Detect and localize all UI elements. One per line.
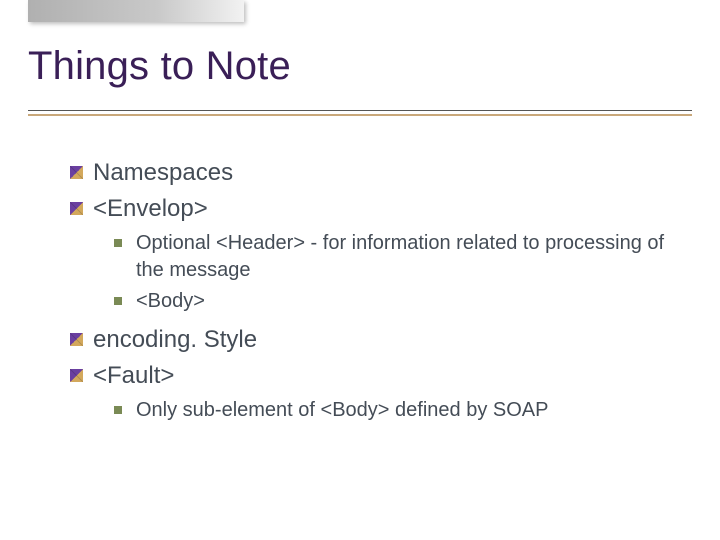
list-item: encoding. Style bbox=[70, 325, 680, 355]
list-item-text: <Body> bbox=[136, 288, 205, 315]
list-item: <Envelop> bbox=[70, 194, 680, 224]
square-bullet-icon bbox=[114, 297, 122, 305]
list-item: <Fault> bbox=[70, 361, 680, 391]
list-item-text: Namespaces bbox=[93, 158, 233, 188]
slide: Things to Note Namespaces <Envelop> Opti… bbox=[0, 0, 720, 540]
header-decoration bbox=[28, 0, 244, 22]
list-item-text: <Envelop> bbox=[93, 194, 208, 224]
diamond-bullet-icon bbox=[70, 166, 83, 179]
sub-list: Optional <Header> - for information rela… bbox=[114, 230, 680, 315]
list-item: Namespaces bbox=[70, 158, 680, 188]
list-item-text: Only sub-element of <Body> defined by SO… bbox=[136, 397, 548, 424]
diamond-bullet-icon bbox=[70, 202, 83, 215]
sub-list: Only sub-element of <Body> defined by SO… bbox=[114, 397, 680, 424]
list-item-text: encoding. Style bbox=[93, 325, 257, 355]
diamond-bullet-icon bbox=[70, 333, 83, 346]
list-item: Only sub-element of <Body> defined by SO… bbox=[114, 397, 680, 424]
list-item-text: Optional <Header> - for information rela… bbox=[136, 230, 680, 284]
square-bullet-icon bbox=[114, 239, 122, 247]
square-bullet-icon bbox=[114, 406, 122, 414]
list-item: Optional <Header> - for information rela… bbox=[114, 230, 680, 284]
list-item-text: <Fault> bbox=[93, 361, 174, 391]
slide-content: Namespaces <Envelop> Optional <Header> -… bbox=[70, 158, 680, 434]
diamond-bullet-icon bbox=[70, 369, 83, 382]
title-underline bbox=[28, 110, 692, 116]
list-item: <Body> bbox=[114, 288, 680, 315]
slide-title: Things to Note bbox=[28, 44, 291, 89]
